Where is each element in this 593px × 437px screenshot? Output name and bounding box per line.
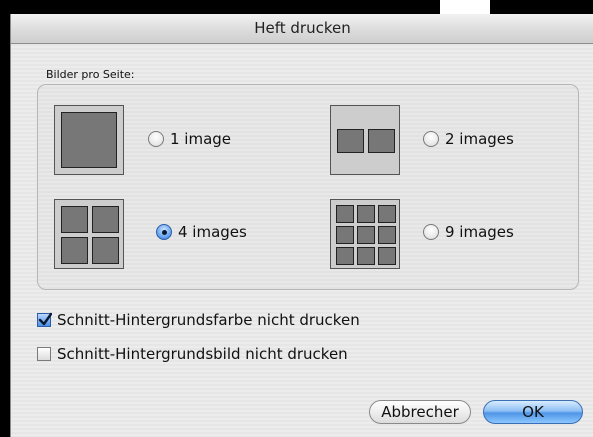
- thumb-cell: [336, 205, 354, 223]
- thumb-cell: [378, 205, 396, 223]
- nine-images-layout-icon[interactable]: [330, 199, 400, 269]
- option-2-images[interactable]: 2 images: [423, 130, 514, 148]
- two-images-layout-icon[interactable]: [330, 105, 400, 175]
- option-1-image-label: 1 image: [170, 130, 232, 148]
- cancel-button[interactable]: Abbrecher: [369, 400, 471, 424]
- background-image-label: Schnitt-Hintergrundsbild nicht drucken: [57, 345, 348, 363]
- dialog-title: Heft drucken: [11, 14, 593, 44]
- thumb-cell: [61, 112, 117, 168]
- print-dialog: Heft drucken Bilder pro Seite: 1 image 2…: [10, 14, 593, 437]
- background-image-checkbox[interactable]: [37, 347, 51, 361]
- background-color-checkbox[interactable]: [37, 312, 52, 327]
- radio-9-images[interactable]: [423, 224, 439, 240]
- images-per-page-label: Bilder pro Seite:: [46, 68, 135, 81]
- option-1-image[interactable]: 1 image: [148, 130, 231, 148]
- thumb-cell: [378, 226, 396, 244]
- background-color-label: Schnitt-Hintergrundsfarbe nicht drucken: [57, 311, 360, 329]
- checkbox-row-background-image[interactable]: Schnitt-Hintergrundsbild nicht drucken: [37, 345, 348, 363]
- radio-1-image[interactable]: [148, 131, 164, 147]
- thumb-cell: [92, 237, 119, 264]
- thumb-cell: [336, 226, 354, 244]
- option-9-images-label: 9 images: [445, 223, 514, 241]
- option-9-images[interactable]: 9 images: [423, 223, 514, 241]
- radio-2-images[interactable]: [423, 131, 439, 147]
- thumb-cell: [378, 247, 396, 265]
- thumb-cell: [61, 206, 88, 233]
- option-2-images-label: 2 images: [445, 130, 514, 148]
- thumb-cell: [357, 226, 375, 244]
- background-notch: [440, 0, 490, 14]
- checkbox-row-background-color[interactable]: Schnitt-Hintergrundsfarbe nicht drucken: [37, 311, 360, 329]
- four-images-layout-icon[interactable]: [54, 199, 124, 269]
- ok-button[interactable]: OK: [483, 400, 583, 424]
- one-image-layout-icon[interactable]: [54, 105, 124, 175]
- thumb-cell: [92, 206, 119, 233]
- thumb-cell: [357, 247, 375, 265]
- checkmark-icon: [38, 312, 52, 326]
- thumb-cell: [368, 129, 395, 153]
- radio-4-images[interactable]: [156, 224, 172, 240]
- thumb-cell: [337, 129, 364, 153]
- option-4-images-label: 4 images: [178, 223, 247, 241]
- background-strip: [0, 0, 593, 14]
- layout-options-group: 1 image 2 images 4 images 9 images: [37, 84, 579, 290]
- thumb-cell: [61, 237, 88, 264]
- thumb-cell: [336, 247, 354, 265]
- option-4-images[interactable]: 4 images: [156, 223, 247, 241]
- thumb-cell: [357, 205, 375, 223]
